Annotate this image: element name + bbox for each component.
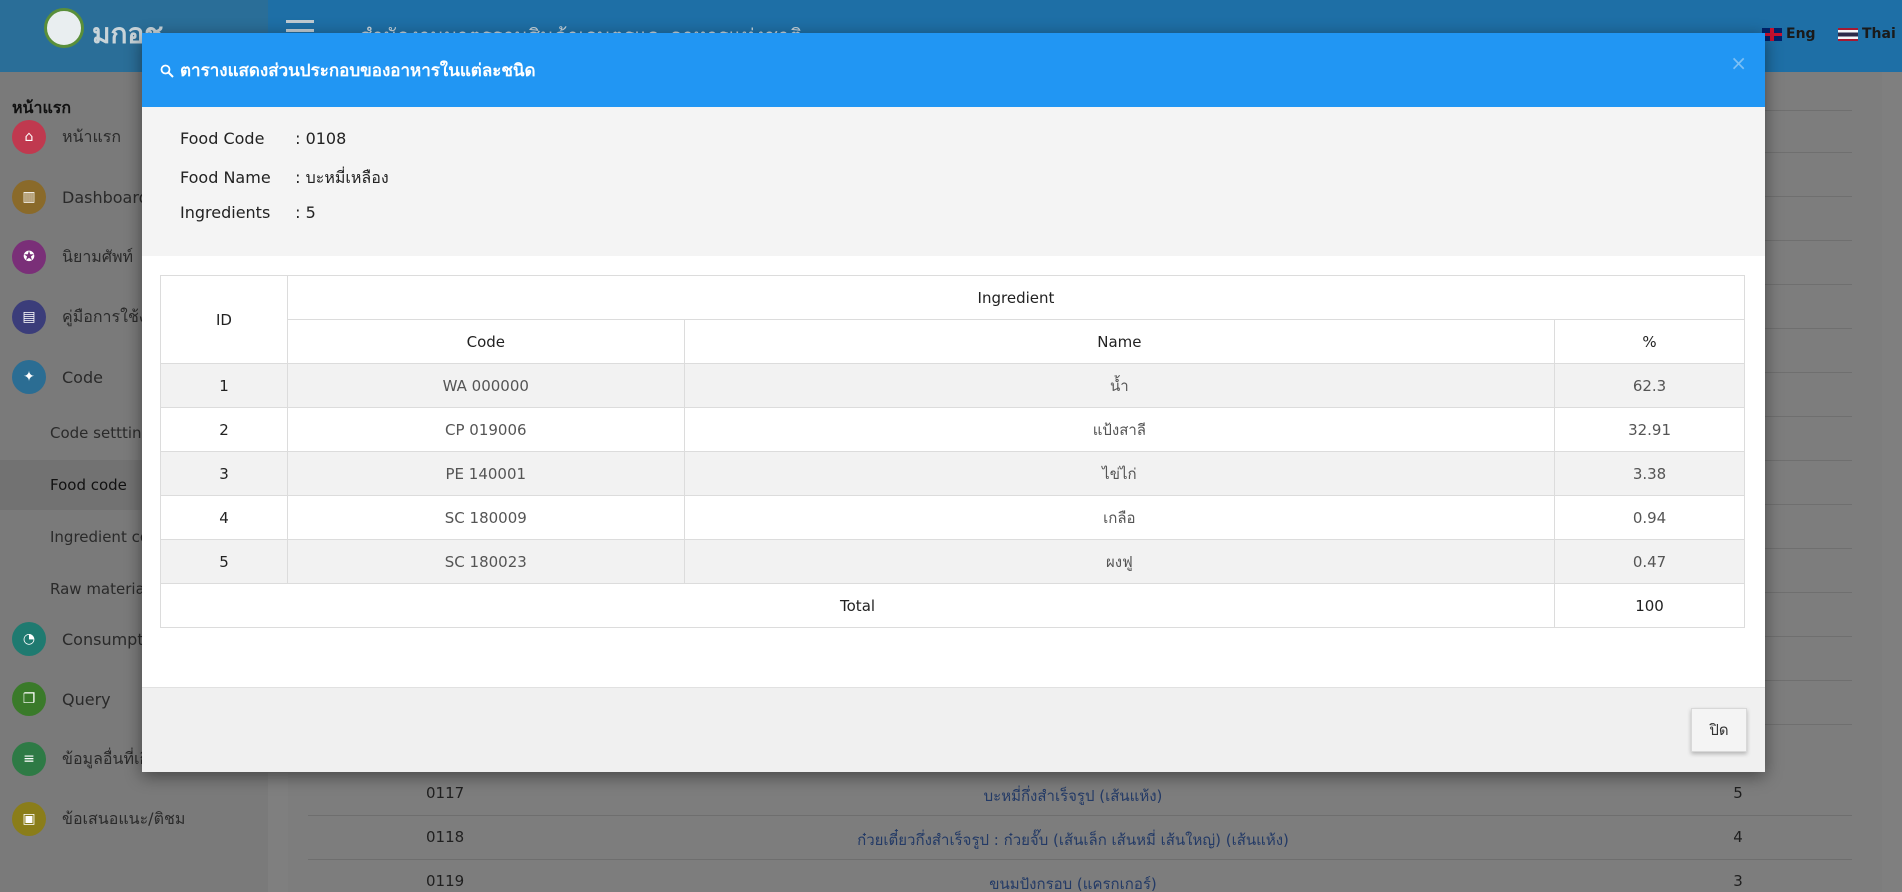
food-info-block: Food Code : 0108 Food Name : บะหมี่เหลือ… — [142, 107, 1765, 256]
row-name-link[interactable]: ขนมปังกรอบ (แครกเกอร์) — [538, 872, 1608, 892]
name-header: Name — [683, 319, 1556, 364]
sidebar-item-label: Dashboard — [62, 187, 149, 207]
sidebar-item-label: หน้าแรก — [62, 126, 122, 146]
id-header: ID — [160, 275, 288, 364]
ingredients-value: : 5 — [295, 203, 316, 222]
row-code: PE 140001 — [286, 451, 685, 496]
table-row: 4 SC 180009 เกลือ 0.94 — [160, 495, 1745, 540]
sidebar-item-feedback[interactable]: ▣ ข้อเสนอแนะ/ติชม — [0, 794, 268, 844]
row-code: SC 180009 — [286, 495, 685, 540]
table-row: 3 PE 140001 ไข่ไก่ 3.38 — [160, 451, 1745, 496]
total-row: Total 100 — [159, 583, 1745, 628]
total-value: 100 — [1554, 583, 1745, 628]
search-icon — [160, 64, 174, 78]
wand-icon: ✦ — [12, 360, 46, 394]
table-row[interactable]: 0119 ขนมปังกรอบ (แครกเกอร์) 3 — [308, 860, 1852, 892]
uk-flag-icon — [1762, 27, 1782, 41]
row-code: 0117 — [426, 784, 465, 802]
total-label: Total — [159, 583, 1556, 628]
sidebar-item-label: Code — [62, 367, 103, 387]
close-button[interactable]: ปิด — [1691, 708, 1747, 752]
food-code-row: Food Code : 0108 — [180, 129, 346, 148]
close-icon[interactable]: × — [1730, 51, 1747, 75]
table-row: 2 CP 019006 แป้งสาลี 32.91 — [160, 407, 1745, 452]
modal-title-text: ตารางแสดงส่วนประกอบของอาหารในแต่ละชนิด — [180, 61, 536, 81]
sidebar-item-label: นิยามศัพท์ — [62, 246, 134, 266]
book-icon: ▤ — [12, 300, 46, 334]
modal-header: ตารางแสดงส่วนประกอบของอาหารในแต่ละชนิด × — [142, 33, 1765, 107]
row-id: 4 — [160, 495, 288, 540]
food-name-value: : บะหมี่เหลือง — [295, 168, 389, 187]
sidebar-sub-label: Food code — [50, 476, 127, 494]
row-name-link[interactable]: ก๋วยเตี๋ยวกึ่งสำเร็จรูป : ก๋วยจั๊บ (เส้น… — [538, 828, 1608, 852]
row-percent: 62.3 — [1554, 363, 1745, 408]
row-count: 4 — [1733, 828, 1743, 846]
row-count: 5 — [1733, 784, 1743, 802]
modal-footer: ปิด — [142, 687, 1765, 772]
row-id: 3 — [160, 451, 288, 496]
row-id: 5 — [160, 539, 288, 584]
row-percent: 3.38 — [1554, 451, 1745, 496]
row-name: เกลือ — [683, 495, 1556, 540]
table-row[interactable]: 0117 บะหมี่กึ่งสำเร็จรูป (เส้นแห้ง) 5 — [308, 772, 1852, 816]
sidebar-sub-label: Code settting — [50, 424, 152, 442]
table-row: 1 WA 000000 น้ำ 62.3 — [160, 363, 1745, 408]
row-code: SC 180023 — [286, 539, 685, 584]
row-count: 3 — [1733, 872, 1743, 890]
row-code: CP 019006 — [286, 407, 685, 452]
code-header: Code — [286, 319, 685, 364]
row-name: น้ำ — [683, 363, 1556, 408]
row-name: ผงฟู — [683, 539, 1556, 584]
row-name-link[interactable]: บะหมี่กึ่งสำเร็จรูป (เส้นแห้ง) — [538, 784, 1608, 808]
food-name-row: Food Name : บะหมี่เหลือง — [180, 166, 389, 191]
home-icon: ⌂ — [12, 120, 46, 154]
table-row[interactable]: 0118 ก๋วยเตี๋ยวกึ่งสำเร็จรูป : ก๋วยจั๊บ … — [308, 816, 1852, 860]
thai-flag-icon — [1838, 27, 1858, 41]
database-icon: ≡ — [12, 742, 46, 776]
ingredients-label: Ingredients — [180, 203, 271, 222]
table-row: 5 SC 180023 ผงฟู 0.47 — [160, 539, 1745, 584]
row-code: WA 000000 — [286, 363, 685, 408]
lang-th-label: Thai — [1862, 26, 1896, 42]
ingredient-group-header: Ingredient — [286, 275, 1746, 320]
pie-icon: ◔ — [12, 622, 46, 656]
row-name: แป้งสาลี — [683, 407, 1556, 452]
award-icon: ✪ — [12, 240, 46, 274]
lang-en-label: Eng — [1786, 26, 1816, 42]
ingredient-table: ID Ingredient Code Name % 1 WA 000000 น้… — [159, 275, 1746, 628]
lang-switch-th[interactable]: Thai — [1838, 26, 1896, 42]
row-code: 0118 — [426, 828, 465, 846]
logo-icon — [44, 8, 84, 48]
food-code-label: Food Code — [180, 129, 265, 148]
ingredient-modal: ตารางแสดงส่วนประกอบของอาหารในแต่ละชนิด ×… — [142, 33, 1765, 772]
sidebar-sub-label: Raw material — [50, 580, 149, 598]
document-icon: ❐ — [12, 682, 46, 716]
row-percent: 0.94 — [1554, 495, 1745, 540]
food-name-label: Food Name — [180, 168, 271, 187]
lang-switch-en[interactable]: Eng — [1762, 26, 1816, 42]
food-code-value: : 0108 — [295, 129, 347, 148]
row-percent: 0.47 — [1554, 539, 1745, 584]
percent-header: % — [1554, 319, 1745, 364]
row-percent: 32.91 — [1554, 407, 1745, 452]
note-icon: ▣ — [12, 802, 46, 836]
row-name: ไข่ไก่ — [683, 451, 1556, 496]
row-code: 0119 — [426, 872, 465, 890]
row-id: 1 — [160, 363, 288, 408]
chart-icon: ▥ — [12, 180, 46, 214]
sidebar-item-label: Query — [62, 689, 111, 709]
sidebar-item-label: ข้อเสนอแนะ/ติชม — [62, 808, 186, 828]
ingredients-row: Ingredients : 5 — [180, 203, 316, 222]
row-id: 2 — [160, 407, 288, 452]
modal-title: ตารางแสดงส่วนประกอบของอาหารในแต่ละชนิด — [160, 57, 536, 84]
